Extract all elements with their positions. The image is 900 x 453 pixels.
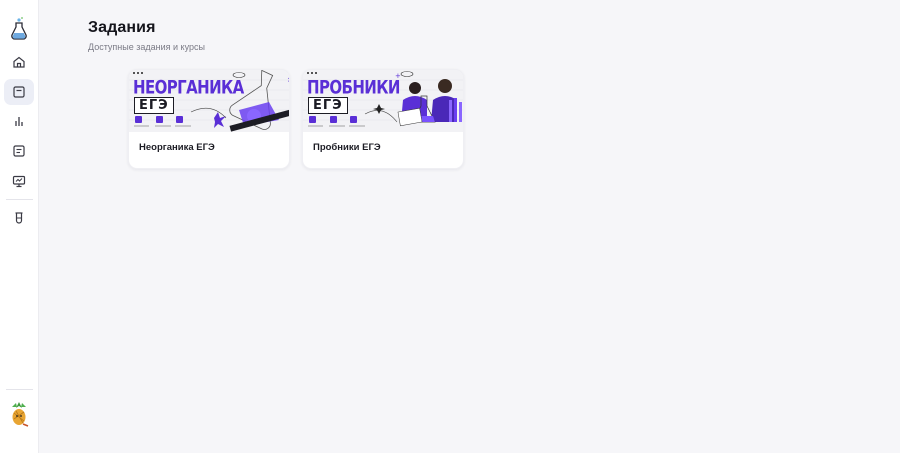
- sidebar-item-stats[interactable]: [4, 108, 34, 134]
- avatar[interactable]: [7, 400, 31, 428]
- tasks-icon: [13, 86, 25, 98]
- sidebar-item-notes[interactable]: [4, 138, 34, 164]
- page-title: Задания: [88, 19, 156, 36]
- svg-text:×: ×: [287, 76, 290, 84]
- sidebar-bottom-divider: [6, 389, 33, 390]
- sidebar-item-tasks[interactable]: [4, 79, 34, 105]
- course-card[interactable]: + ПРОБНИКИ ЕГЭ Пробники ЕГЭ: [302, 69, 464, 169]
- page-subtitle: Доступные задания и курсы: [88, 42, 205, 52]
- course-banner-image: + ПРОБНИКИ ЕГЭ: [303, 70, 463, 132]
- sidebar-item-lab[interactable]: [4, 205, 34, 231]
- page-header: Задания Доступные задания и курсы: [88, 19, 205, 52]
- test-tube-icon: [15, 212, 23, 224]
- banner-title: НЕОРГАНИКА: [133, 76, 244, 99]
- course-banner-image: × НЕОРГАНИКА ЕГЭ: [129, 70, 290, 132]
- sidebar: [0, 0, 39, 453]
- document-icon: [13, 145, 25, 157]
- sidebar-divider: [6, 199, 33, 200]
- banner-subtitle: ЕГЭ: [134, 97, 174, 114]
- flask-logo-icon[interactable]: [8, 16, 30, 42]
- course-card[interactable]: × НЕОРГАНИКА ЕГЭ Неорганика ЕГЭ: [128, 69, 290, 169]
- sidebar-item-lessons[interactable]: [4, 168, 34, 194]
- banner-subtitle: ЕГЭ: [308, 97, 348, 114]
- bar-chart-icon: [15, 117, 23, 126]
- course-card-title: Пробники ЕГЭ: [313, 142, 381, 153]
- course-card-title: Неорганика ЕГЭ: [139, 142, 215, 153]
- home-icon: [13, 56, 25, 68]
- banner-title: ПРОБНИКИ: [307, 76, 400, 99]
- monitor-icon: [12, 175, 26, 188]
- sidebar-item-home[interactable]: [4, 49, 34, 75]
